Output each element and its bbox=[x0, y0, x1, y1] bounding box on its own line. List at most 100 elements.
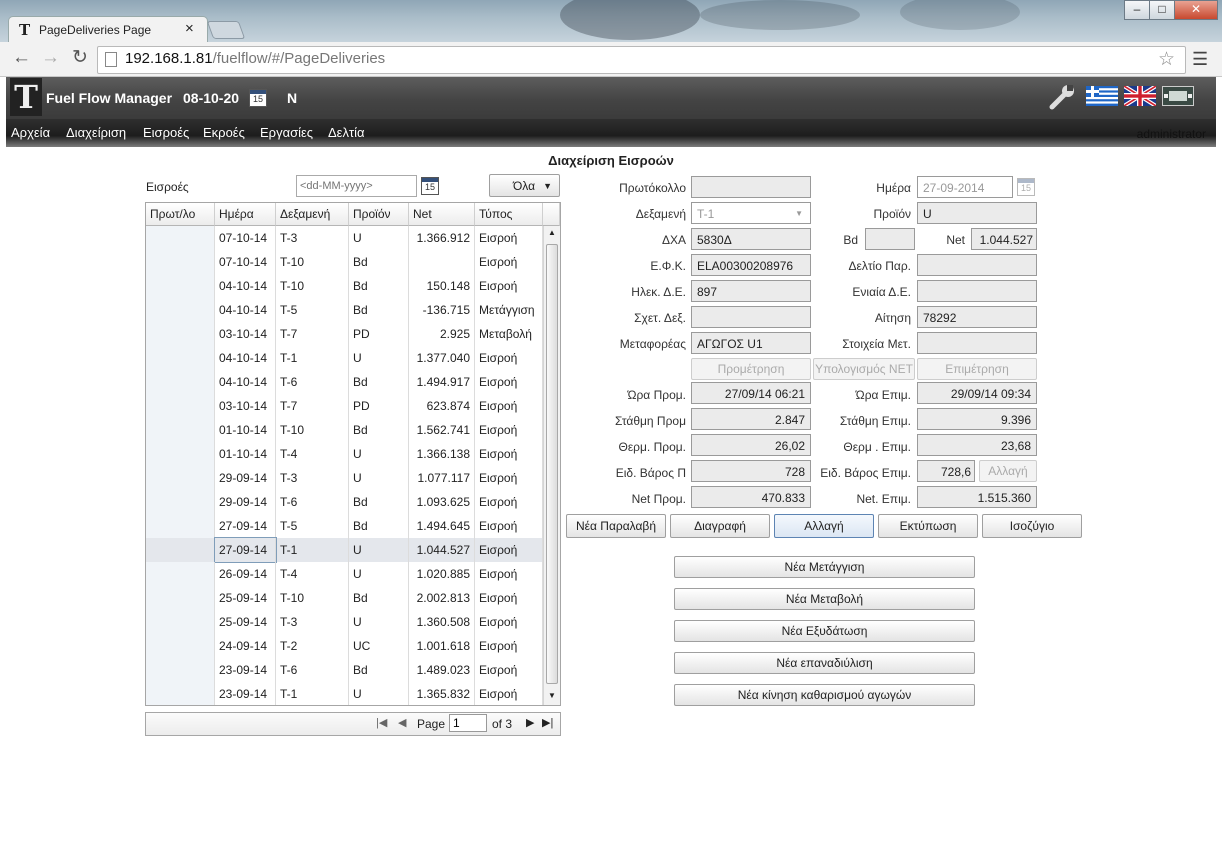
bd-field[interactable] bbox=[865, 228, 915, 250]
menu-management[interactable]: Διαχείριση bbox=[66, 125, 126, 140]
grid-column-header[interactable]: Ημέρα bbox=[215, 203, 276, 226]
new-change-button[interactable]: Νέα Μεταβολή bbox=[674, 588, 975, 610]
edit-button[interactable]: Αλλαγή bbox=[774, 514, 874, 538]
menu-files[interactable]: Αρχεία bbox=[11, 125, 50, 140]
menu-reports[interactable]: Δελτία bbox=[328, 125, 365, 140]
table-row[interactable]: 07-10-14 T-3 U 1.366.912 Εισροή bbox=[146, 226, 543, 250]
reload-icon[interactable]: ↻ bbox=[72, 46, 88, 69]
table-row[interactable]: 01-10-14 T-4 U 1.366.138 Εισροή bbox=[146, 442, 543, 466]
table-row[interactable]: 03-10-14 T-7 PD 2.925 Μεταβολή bbox=[146, 322, 543, 346]
table-row[interactable]: 26-09-14 T-4 U 1.020.885 Εισροή bbox=[146, 562, 543, 586]
filter-type-select[interactable]: Όλα ▼ bbox=[489, 174, 560, 197]
grid-column-header[interactable]: Net bbox=[409, 203, 475, 226]
temp-pre-field[interactable]: 26,02 bbox=[691, 434, 811, 456]
table-row[interactable]: 03-10-14 T-7 PD 623.874 Εισροή bbox=[146, 394, 543, 418]
delivery-note-field[interactable] bbox=[917, 254, 1037, 276]
next-page-icon[interactable]: ▶ bbox=[526, 716, 534, 729]
header-calendar-icon[interactable]: 15 bbox=[249, 89, 267, 107]
new-delivery-button[interactable]: Νέα Παραλαβή bbox=[566, 514, 666, 538]
pager-page-input[interactable] bbox=[449, 714, 487, 732]
tank-select[interactable]: T-1 ▼ bbox=[691, 202, 811, 224]
efk-field[interactable]: ELA00300208976 bbox=[691, 254, 811, 276]
tab-close-icon[interactable]: × bbox=[185, 20, 194, 37]
minimize-button[interactable]: – bbox=[1124, 0, 1150, 20]
grid-column-header[interactable]: Προϊόν bbox=[349, 203, 409, 226]
density-post-field[interactable]: 728,6 bbox=[917, 460, 975, 482]
change-density-button[interactable]: Αλλαγή bbox=[979, 460, 1037, 482]
elec-de-field[interactable]: 897 bbox=[691, 280, 811, 302]
table-row[interactable]: 04-10-14 T-5 Bd -136.715 Μετάγγιση bbox=[146, 298, 543, 322]
table-row[interactable]: 04-10-14 T-10 Bd 150.148 Εισροή bbox=[146, 274, 543, 298]
menu-outputs[interactable]: Εκροές bbox=[203, 125, 245, 140]
table-row[interactable]: 01-10-14 T-10 Bd 1.562.741 Εισροή bbox=[146, 418, 543, 442]
first-page-icon[interactable]: |◀ bbox=[376, 716, 387, 729]
new-transfer-button[interactable]: Νέα Μετάγγιση bbox=[674, 556, 975, 578]
uk-flag-icon[interactable] bbox=[1122, 84, 1158, 108]
scroll-down-icon[interactable]: ▼ bbox=[548, 691, 556, 700]
chrome-menu-icon[interactable]: ☰ bbox=[1192, 49, 1208, 70]
dxa-field[interactable]: 5830Δ bbox=[691, 228, 811, 250]
table-row[interactable]: 04-10-14 T-1 U 1.377.040 Εισροή bbox=[146, 346, 543, 370]
print-button[interactable]: Εκτύπωση bbox=[878, 514, 978, 538]
grid-scrollbar[interactable]: ▲ ▼ bbox=[543, 226, 560, 705]
last-page-icon[interactable]: ▶| bbox=[542, 716, 553, 729]
transport-info-field[interactable] bbox=[917, 332, 1037, 354]
table-row[interactable]: 23-09-14 T-1 U 1.365.832 Εισροή bbox=[146, 682, 543, 705]
net-pre-field[interactable]: 470.833 bbox=[691, 486, 811, 508]
table-row[interactable]: 23-09-14 T-6 Bd 1.489.023 Εισροή bbox=[146, 658, 543, 682]
rel-tank-field[interactable] bbox=[691, 306, 811, 328]
address-bar[interactable]: 192.168.1.81/fuelflow/#/PageDeliveries ☆ bbox=[97, 46, 1186, 74]
table-row[interactable]: 24-09-14 T-2 UC 1.001.618 Εισροή bbox=[146, 634, 543, 658]
temp-post-field[interactable]: 23,68 bbox=[917, 434, 1037, 456]
current-user[interactable]: administrator bbox=[1137, 127, 1206, 141]
day-calendar-icon[interactable]: 15 bbox=[1017, 178, 1035, 196]
maximize-button[interactable]: □ bbox=[1149, 0, 1175, 20]
level-post-field[interactable]: 9.396 bbox=[917, 408, 1037, 430]
table-row[interactable]: 25-09-14 T-10 Bd 2.002.813 Εισροή bbox=[146, 586, 543, 610]
premeasure-button[interactable]: Προμέτρηση bbox=[691, 358, 811, 380]
request-field[interactable]: 78292 bbox=[917, 306, 1037, 328]
table-row[interactable]: 29-09-14 T-3 U 1.077.117 Εισροή bbox=[146, 466, 543, 490]
new-tab-button[interactable] bbox=[206, 21, 246, 39]
time-post-field[interactable]: 29/09/14 09:34 bbox=[917, 382, 1037, 404]
time-pre-field[interactable]: 27/09/14 06:21 bbox=[691, 382, 811, 404]
table-row[interactable]: 27-09-14 T-5 Bd 1.494.645 Εισροή bbox=[146, 514, 543, 538]
net-field[interactable]: 1.044.527 bbox=[971, 228, 1037, 250]
new-dewatering-button[interactable]: Νέα Εξυδάτωση bbox=[674, 620, 975, 642]
product-field[interactable]: U bbox=[917, 202, 1037, 224]
balance-button[interactable]: Ισοζύγιο bbox=[982, 514, 1082, 538]
delete-button[interactable]: Διαγραφή bbox=[670, 514, 770, 538]
new-pipe-cleaning-button[interactable]: Νέα κίνηση καθαρισμού αγωγών bbox=[674, 684, 975, 706]
scroll-up-icon[interactable]: ▲ bbox=[548, 228, 556, 237]
table-row[interactable]: 27-09-14 T-1 U 1.044.527 Εισροή bbox=[146, 537, 543, 563]
grid-column-header[interactable]: Δεξαμενή bbox=[276, 203, 349, 226]
density-pre-field[interactable]: 728 bbox=[691, 460, 811, 482]
menu-inputs[interactable]: Εισροές bbox=[143, 125, 189, 140]
close-window-button[interactable]: ✕ bbox=[1174, 0, 1218, 20]
prev-page-icon[interactable]: ◀ bbox=[398, 716, 406, 729]
table-row[interactable]: 07-10-14 T-10 Bd Εισροή bbox=[146, 250, 543, 274]
calc-net-button[interactable]: Υπολογισμός NET bbox=[813, 358, 915, 380]
day-field[interactable]: 27-09-2014 bbox=[917, 176, 1013, 198]
grid-column-header[interactable]: Πρωτ/λο bbox=[146, 203, 215, 226]
table-row[interactable]: 29-09-14 T-6 Bd 1.093.625 Εισροή bbox=[146, 490, 543, 514]
unified-de-field[interactable] bbox=[917, 280, 1037, 302]
table-row[interactable]: 25-09-14 T-3 U 1.360.508 Εισροή bbox=[146, 610, 543, 634]
level-pre-field[interactable]: 2.847 bbox=[691, 408, 811, 430]
filter-calendar-icon[interactable]: 15 bbox=[421, 177, 439, 195]
menu-tasks[interactable]: Εργασίες bbox=[260, 125, 313, 140]
new-redistillation-button[interactable]: Νέα επαναδιύλιση bbox=[674, 652, 975, 674]
logout-icon[interactable] bbox=[1162, 86, 1194, 106]
carrier-field[interactable]: ΑΓΩΓΟΣ U1 bbox=[691, 332, 811, 354]
browser-tab[interactable]: T PageDeliveries Page × bbox=[8, 16, 208, 43]
net-post-field[interactable]: 1.515.360 bbox=[917, 486, 1037, 508]
scroll-thumb[interactable] bbox=[546, 244, 558, 684]
protocol-field[interactable] bbox=[691, 176, 811, 198]
table-row[interactable]: 04-10-14 T-6 Bd 1.494.917 Εισροή bbox=[146, 370, 543, 394]
bookmark-star-icon[interactable]: ☆ bbox=[1158, 48, 1175, 71]
greek-flag-icon[interactable] bbox=[1086, 86, 1118, 106]
remeasure-button[interactable]: Επιμέτρηση bbox=[917, 358, 1037, 380]
filter-date-input[interactable] bbox=[296, 175, 417, 197]
settings-wrench-icon[interactable] bbox=[1048, 83, 1078, 111]
back-icon[interactable]: ← bbox=[12, 47, 31, 69]
